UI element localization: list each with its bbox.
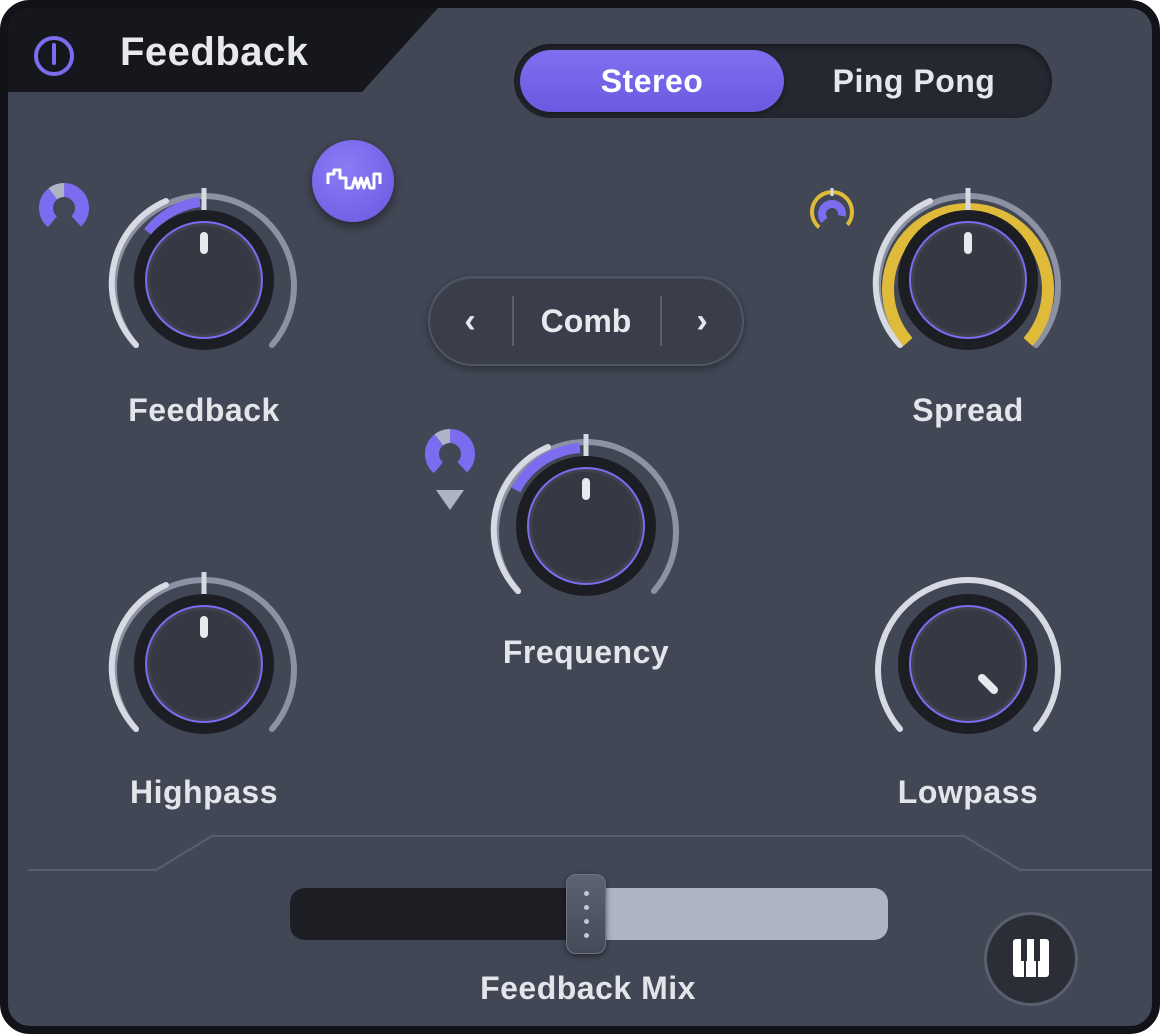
- filter-prev-button[interactable]: ‹: [430, 278, 510, 364]
- feedback-mod-amount-icon[interactable]: [36, 180, 92, 236]
- grip-dot: [584, 891, 589, 896]
- frequency-knob-label: Frequency: [502, 634, 670, 670]
- feedback-knob-label: Feedback: [128, 392, 280, 428]
- filter-next-button[interactable]: ›: [662, 278, 742, 364]
- feedback-panel: Feedback Stereo Ping Pong Feedback ‹ Com…: [0, 0, 1160, 1034]
- lfo-button[interactable]: [312, 140, 394, 222]
- highpass-knob-label: Highpass: [129, 774, 279, 810]
- filter-type-value: Comb: [540, 302, 632, 339]
- ping-pong-mode-button[interactable]: Ping Pong: [782, 50, 1046, 112]
- feedback-knob[interactable]: [104, 180, 304, 380]
- page-title: Feedback: [120, 30, 309, 74]
- spread-knob[interactable]: [868, 180, 1068, 380]
- section-divider: [28, 835, 1152, 871]
- piano-button[interactable]: [984, 912, 1078, 1006]
- frequency-mod-amount-icon[interactable]: [422, 426, 478, 482]
- grip-dot: [584, 919, 589, 924]
- spread-mod-amount-icon[interactable]: [804, 184, 860, 240]
- spread-knob-label: Spread: [912, 392, 1024, 428]
- piano-keys-icon: [1013, 939, 1049, 977]
- feedback-mix-slider-fill: [290, 888, 584, 940]
- feedback-mix-slider-handle[interactable]: [566, 874, 606, 954]
- frequency-knob[interactable]: [486, 426, 686, 626]
- lfo-wave-icon: [326, 168, 382, 190]
- lowpass-knob-label: Lowpass: [897, 774, 1039, 810]
- grip-dot: [584, 905, 589, 910]
- mode-toggle: Stereo Ping Pong: [514, 44, 1052, 118]
- lowpass-knob[interactable]: [868, 564, 1068, 764]
- feedback-mix-label: Feedback Mix: [480, 970, 696, 1006]
- highpass-knob[interactable]: [104, 564, 304, 764]
- power-icon[interactable]: [32, 34, 76, 78]
- stereo-mode-button[interactable]: Stereo: [520, 50, 784, 112]
- grip-dot: [584, 933, 589, 938]
- mod-dropdown-arrow-icon[interactable]: [434, 488, 466, 512]
- filter-type-selector: ‹ Comb ›: [428, 276, 744, 366]
